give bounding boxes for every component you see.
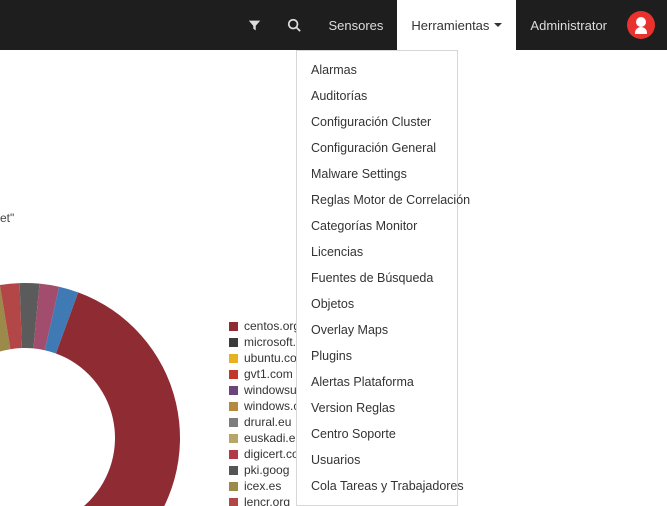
dropdown-item[interactable]: Malware Settings: [297, 161, 457, 187]
legend-label: drural.eu: [244, 414, 291, 430]
legend-swatch: [229, 482, 238, 491]
dropdown-item[interactable]: Cola Tareas y Trabajadores: [297, 473, 457, 499]
filter-icon[interactable]: [234, 0, 274, 50]
chevron-down-icon: [494, 23, 502, 27]
legend-swatch: [229, 466, 238, 475]
dropdown-item[interactable]: Alarmas: [297, 57, 457, 83]
partial-label: et": [0, 211, 14, 225]
legend-label: lencr.org: [244, 494, 290, 506]
dropdown-item[interactable]: Centro Soporte: [297, 421, 457, 447]
dropdown-item[interactable]: Licencias: [297, 239, 457, 265]
herramientas-dropdown: Alarmas Auditorías Configuración Cluster…: [296, 50, 458, 506]
dropdown-item[interactable]: Categorías Monitor: [297, 213, 457, 239]
legend-swatch: [229, 322, 238, 331]
dropdown-item[interactable]: Alertas Plataforma: [297, 369, 457, 395]
legend-label: pki.goog: [244, 462, 289, 478]
dropdown-item[interactable]: Version Reglas: [297, 395, 457, 421]
legend-label: gvt1.com: [244, 366, 293, 382]
legend-label: centos.org: [244, 318, 300, 334]
legend-swatch: [229, 450, 238, 459]
dropdown-item[interactable]: Fuentes de Búsqueda: [297, 265, 457, 291]
nav-sensores[interactable]: Sensores: [314, 0, 397, 50]
dropdown-item[interactable]: Objetos: [297, 291, 457, 317]
topbar: Sensores Herramientas Administrator: [0, 0, 667, 50]
search-icon[interactable]: [274, 0, 314, 50]
dropdown-item[interactable]: Reglas Motor de Correlación: [297, 187, 457, 213]
dropdown-item[interactable]: Overlay Maps: [297, 317, 457, 343]
nav-herramientas-label: Herramientas: [411, 18, 489, 33]
nav-administrator[interactable]: Administrator: [516, 0, 621, 50]
legend-swatch: [229, 354, 238, 363]
legend-swatch: [229, 338, 238, 347]
legend-label: icex.es: [244, 478, 281, 494]
legend-swatch: [229, 418, 238, 427]
avatar[interactable]: [627, 11, 655, 39]
nav-herramientas[interactable]: Herramientas: [397, 0, 516, 50]
dropdown-item[interactable]: Configuración General: [297, 135, 457, 161]
dropdown-item[interactable]: Auditorías: [297, 83, 457, 109]
dropdown-item[interactable]: Usuarios: [297, 447, 457, 473]
dropdown-item[interactable]: Configuración Cluster: [297, 109, 457, 135]
legend-swatch: [229, 370, 238, 379]
legend-swatch: [229, 386, 238, 395]
donut-chart: [0, 278, 185, 506]
legend-swatch: [229, 402, 238, 411]
dropdown-item[interactable]: Plugins: [297, 343, 457, 369]
legend-swatch: [229, 434, 238, 443]
